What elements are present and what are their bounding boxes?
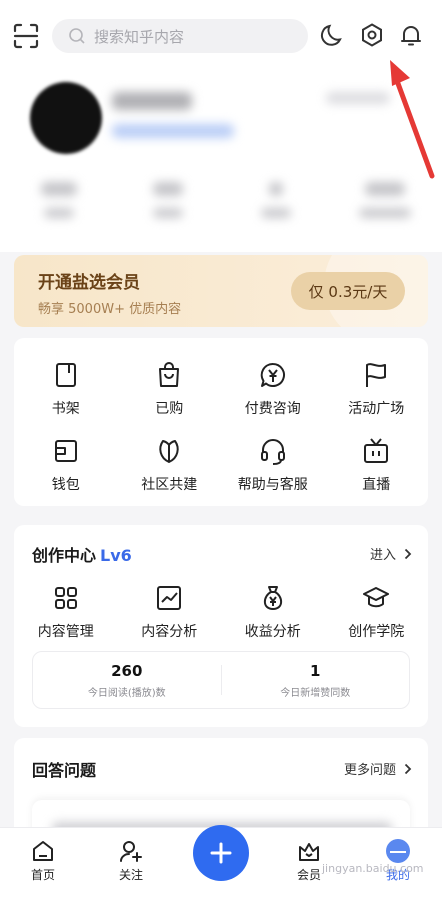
- answer-questions-title: 回答问题: [32, 761, 97, 780]
- creation-enter-link[interactable]: 进入: [370, 544, 412, 563]
- more-questions-link[interactable]: 更多问题: [344, 759, 412, 778]
- today-reads: 260 今日阅读(播放)数: [33, 652, 221, 708]
- tool-label: 创作学院: [348, 624, 405, 640]
- creation-title-text: 创作中心: [32, 546, 97, 565]
- tab-home[interactable]: 首页: [13, 838, 73, 883]
- shortcut-community[interactable]: 社区共建: [118, 436, 222, 494]
- search-input[interactable]: 搜索知乎内容: [52, 19, 308, 53]
- tool-label: 内容管理: [37, 624, 94, 640]
- moon-icon[interactable]: [320, 22, 346, 48]
- follow-icon: [120, 841, 142, 862]
- shortcut-activity[interactable]: 活动广场: [325, 360, 429, 418]
- today-reads-label: 今日阅读(播放)数: [87, 687, 166, 699]
- create-post-button[interactable]: [193, 825, 249, 881]
- tool-creator-academy[interactable]: 创作学院: [325, 583, 429, 641]
- shortcut-label: 直播: [362, 477, 391, 493]
- flag-icon: [366, 363, 387, 387]
- creation-center-title: 创作中心 Lv6: [32, 542, 132, 566]
- tab-follow[interactable]: 关注: [101, 838, 161, 883]
- chevron-right-icon: [404, 548, 412, 559]
- vip-banner[interactable]: 开通盐选会员 畅享 5000W+ 优质内容 仅 0.3元/天: [14, 255, 428, 327]
- profile-stat[interactable]: [241, 182, 311, 218]
- search-icon: [69, 28, 85, 44]
- user-avatar[interactable]: [30, 82, 102, 154]
- shortcut-label: 书架: [51, 401, 80, 417]
- vip-subtitle: 畅享 5000W+ 优质内容: [38, 302, 182, 317]
- profile-stat[interactable]: [133, 182, 203, 218]
- shortcut-label: 钱包: [51, 477, 80, 493]
- shortcut-label: 付费咨询: [244, 401, 301, 417]
- chart-icon: [157, 586, 182, 610]
- chevron-right-icon: [404, 763, 412, 774]
- tab-label: 会员: [296, 868, 321, 882]
- wallet-icon: [54, 440, 77, 462]
- tab-me[interactable]: 我的: [368, 838, 428, 883]
- tool-label: 内容分析: [141, 624, 198, 640]
- profile-stats: [24, 182, 420, 218]
- shortcut-purchased[interactable]: 已购: [118, 360, 222, 418]
- tab-label: 关注: [118, 868, 143, 882]
- search-placeholder: 搜索知乎内容: [94, 27, 185, 46]
- shortcut-label: 活动广场: [348, 401, 405, 417]
- settings-hexagon-icon[interactable]: [359, 22, 385, 48]
- today-upvotes: 1 今日新增赞同数: [222, 652, 410, 708]
- watermark: jingyan.baidu.com: [322, 862, 424, 875]
- shortcut-label: 帮助与客服: [237, 477, 308, 493]
- vip-title: 开通盐选会员: [38, 273, 140, 293]
- today-stats[interactable]: 260 今日阅读(播放)数 1 今日新增赞同数: [32, 651, 410, 709]
- tool-content-analysis[interactable]: 内容分析: [118, 583, 222, 641]
- money-bag-icon: [263, 586, 282, 610]
- annotation-arrow: [390, 60, 435, 179]
- more-questions-label: 更多问题: [343, 763, 396, 778]
- today-upvotes-label: 今日新增赞同数: [280, 687, 351, 699]
- shortcuts-card: 书架 已购 付费咨询 活动广场 钱包 社区共建 帮助与客服 直播: [14, 338, 428, 506]
- profile-section: [0, 72, 442, 252]
- graduation-cap-icon: [363, 587, 390, 608]
- profile-stat[interactable]: [350, 182, 420, 218]
- avatar-icon: [386, 839, 410, 863]
- profile-stat[interactable]: [24, 182, 94, 218]
- shortcut-bookshelf[interactable]: 书架: [14, 360, 118, 418]
- leaf-icon: [159, 440, 179, 463]
- shopping-bag-icon: [159, 362, 180, 387]
- bookshelf-icon: [55, 363, 76, 387]
- tool-content-management[interactable]: 内容管理: [14, 583, 118, 641]
- home-icon: [33, 841, 53, 861]
- today-reads-value: 260: [111, 661, 143, 680]
- plus-icon: [210, 842, 232, 864]
- tab-vip[interactable]: 会员: [279, 838, 339, 883]
- headset-icon: [260, 439, 285, 465]
- vip-crown-icon: [299, 843, 319, 861]
- shortcut-wallet[interactable]: 钱包: [14, 436, 118, 494]
- answer-questions-card: 回答问题 更多问题: [14, 738, 428, 840]
- today-upvotes-value: 1: [310, 661, 321, 680]
- creator-level-badge: Lv6: [100, 546, 132, 565]
- shortcut-help[interactable]: 帮助与客服: [221, 436, 325, 494]
- tv-icon: [364, 438, 389, 463]
- paid-consult-icon: [260, 362, 285, 387]
- tool-revenue-analysis[interactable]: 收益分析: [221, 583, 325, 641]
- enter-label: 进入: [369, 548, 396, 563]
- top-bar: 搜索知乎内容: [0, 0, 442, 72]
- creation-center-card: 创作中心 Lv6 进入 内容管理 内容分析 收益分析 创作学院 260 今日阅读(…: [14, 525, 428, 727]
- shortcut-paid-consult[interactable]: 付费咨询: [221, 360, 325, 418]
- tool-label: 收益分析: [244, 624, 301, 640]
- grid-icon: [54, 587, 77, 609]
- scan-icon[interactable]: [12, 22, 40, 50]
- shortcut-live[interactable]: 直播: [325, 436, 429, 494]
- bell-icon[interactable]: [398, 22, 424, 48]
- tab-label: 首页: [30, 868, 55, 882]
- username-blurred: [112, 92, 192, 110]
- profile-link-blurred[interactable]: [112, 124, 234, 138]
- shortcut-label: 已购: [155, 401, 184, 417]
- vip-price-button[interactable]: 仅 0.3元/天: [291, 272, 405, 310]
- shortcut-label: 社区共建: [141, 477, 198, 493]
